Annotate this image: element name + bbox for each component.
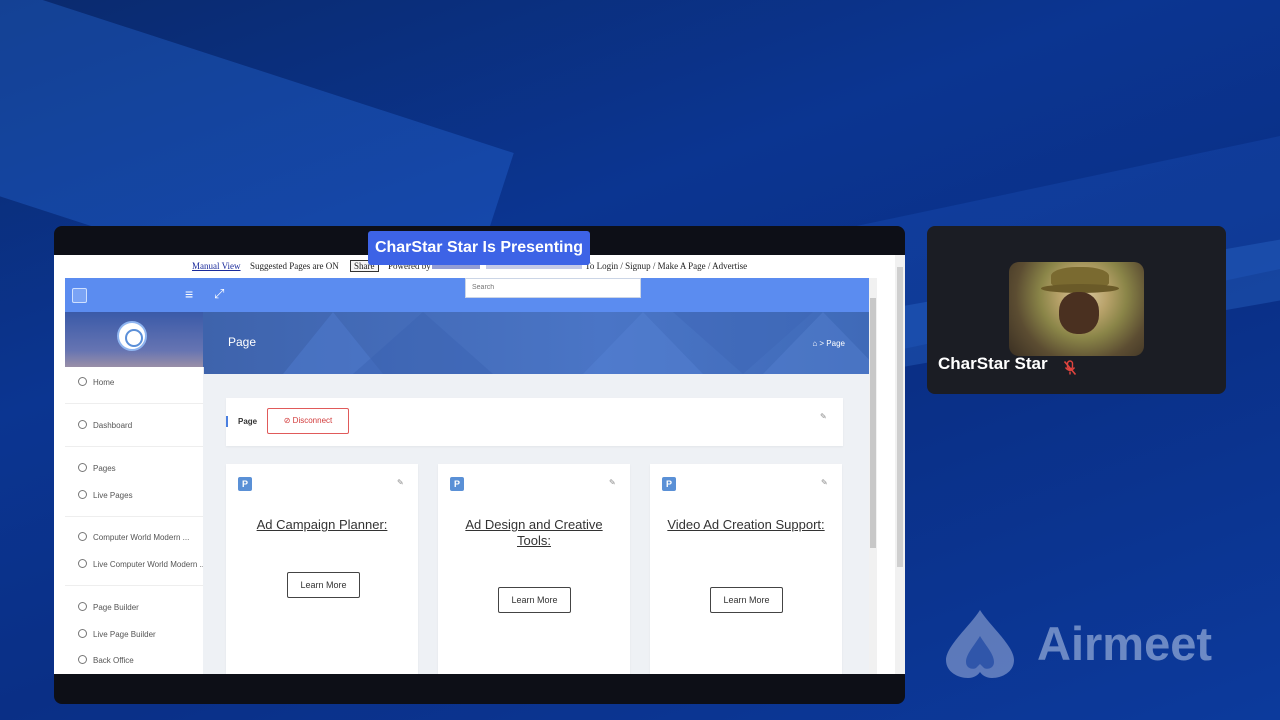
sidebar-item-live-page-builder[interactable]: Live Page Builder: [78, 629, 156, 639]
brand-watermark: Airmeet: [940, 606, 1250, 682]
dashboard-icon: [78, 420, 87, 429]
sidebar-item-dashboard[interactable]: Dashboard: [78, 420, 132, 430]
hamburger-icon[interactable]: ≡: [185, 286, 193, 302]
pin-icon[interactable]: ✎: [397, 478, 404, 487]
sidebar-item-page-builder[interactable]: Page Builder: [78, 602, 139, 612]
divider: [65, 403, 203, 404]
sidebar-item-label: Page Builder: [93, 603, 139, 612]
site-logo-icon[interactable]: [72, 288, 87, 303]
avatar[interactable]: [117, 321, 147, 351]
site-frame: ≡ ⤢ Page ⌂ > Page Home Dashboard Pages: [65, 278, 869, 674]
divider: [65, 446, 203, 447]
pages-icon: [78, 463, 87, 472]
card-title[interactable]: Video Ad Creation Support:: [660, 517, 832, 533]
page-badge-icon: P: [662, 477, 676, 491]
sidebar-item-label: Dashboard: [93, 421, 133, 430]
page-badge-icon: P: [450, 477, 464, 491]
sidebar-item-home[interactable]: Home: [78, 377, 114, 387]
pin-icon[interactable]: ✎: [820, 412, 827, 421]
pin-icon[interactable]: ✎: [821, 478, 828, 487]
page-badge-icon: P: [238, 477, 252, 491]
pin-icon[interactable]: ✎: [609, 478, 616, 487]
sidebar-item-label: Pages: [93, 464, 116, 473]
sidebar-item-computer-world[interactable]: Computer World Modern ...: [78, 532, 189, 542]
card-title[interactable]: Ad Campaign Planner:: [236, 517, 408, 533]
pages-icon: [78, 490, 87, 499]
mic-muted-icon[interactable]: [1063, 360, 1077, 376]
page-title: Page: [228, 335, 257, 349]
builder-icon: [78, 602, 87, 611]
manual-view-link[interactable]: Manual View: [192, 261, 241, 271]
breadcrumb[interactable]: ⌂ > Page: [812, 339, 845, 348]
learn-more-button[interactable]: Learn More: [710, 587, 783, 613]
brand-name: Airmeet: [1037, 617, 1213, 670]
site-navbar: ≡ ⤢: [65, 278, 869, 312]
sidebar-header: [65, 312, 203, 367]
feature-card: P ✎ Ad Design and Creative Tools: Learn …: [438, 464, 630, 674]
feature-card: P ✎ Video Ad Creation Support: Learn Mor…: [650, 464, 842, 674]
participant-tile[interactable]: CharStar Star: [927, 226, 1226, 394]
card-title[interactable]: Ad Design and Creative Tools:: [448, 517, 620, 549]
suggested-pages-text: Suggested Pages are ON: [250, 261, 339, 271]
scrollbar-thumb[interactable]: [870, 298, 876, 548]
pages-icon: [78, 532, 87, 541]
face-shape: [1059, 292, 1099, 334]
inner-scrollbar[interactable]: [869, 278, 877, 674]
banner-pattern: [283, 312, 869, 374]
page-toolbar-label: Page: [238, 417, 258, 426]
sidebar-item-label: Live Page Builder: [93, 630, 156, 639]
feature-card: P ✎ Ad Campaign Planner: Learn More: [226, 464, 418, 674]
sidebar: Home Dashboard Pages Live Pages Computer…: [65, 367, 206, 674]
disconnect-button[interactable]: ⊘ Disconnect: [267, 408, 349, 434]
builder-icon: [78, 629, 87, 638]
airmeet-logo-icon: [946, 610, 1014, 678]
office-icon: [78, 655, 87, 664]
account-links[interactable]: To Login / Signup / Make A Page / Advert…: [585, 261, 747, 271]
scrollbar-thumb[interactable]: [897, 267, 903, 567]
pages-icon: [78, 559, 87, 568]
page-banner: Page ⌂ > Page: [203, 312, 869, 374]
sidebar-item-label: Live Computer World Modern ...: [93, 560, 207, 569]
sidebar-item-label: Back Office: [93, 656, 134, 665]
page-toolbar: Page ⊘ Disconnect ✎: [226, 398, 843, 446]
sidebar-item-label: Computer World Modern ...: [93, 533, 190, 542]
participant-name: CharStar Star: [938, 354, 1048, 373]
learn-more-button[interactable]: Learn More: [498, 587, 571, 613]
sidebar-item-label: Live Pages: [93, 491, 133, 500]
sidebar-item-label: Home: [93, 378, 115, 387]
home-icon: [78, 377, 87, 386]
sidebar-item-live-pages[interactable]: Live Pages: [78, 490, 133, 500]
outer-scrollbar[interactable]: [895, 255, 905, 674]
sidebar-item-pages[interactable]: Pages: [78, 463, 116, 473]
main-content: Page ⊘ Disconnect ✎ P ✎ Ad Campaign Plan…: [203, 374, 869, 674]
expand-icon[interactable]: ⤢: [214, 286, 224, 302]
presenting-badge: CharStar Star Is Presenting: [368, 231, 590, 265]
sidebar-item-live-computer-world[interactable]: Live Computer World Modern ...: [78, 559, 206, 569]
search-input[interactable]: [465, 278, 641, 298]
learn-more-button[interactable]: Learn More: [287, 572, 360, 598]
divider: [65, 585, 203, 586]
divider: [65, 516, 203, 517]
shared-screen: Manual View Suggested Pages are ON Share…: [54, 255, 905, 674]
sidebar-item-back-office[interactable]: Back Office: [78, 655, 134, 665]
accent-bar: [226, 416, 228, 427]
participant-video: [1009, 262, 1144, 356]
